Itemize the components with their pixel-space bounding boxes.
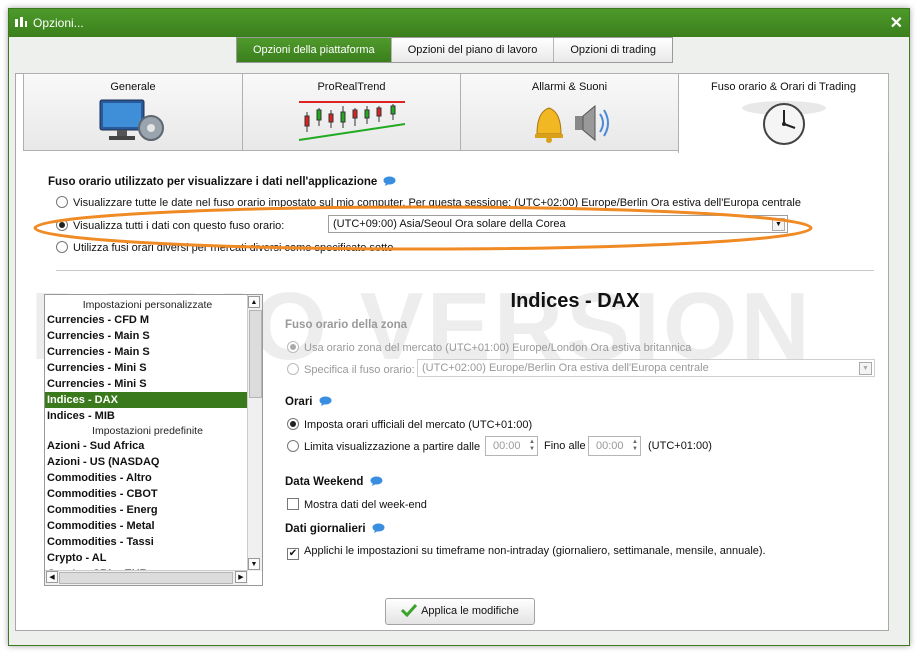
tab-platform-options[interactable]: Opzioni della piattaforma bbox=[237, 38, 392, 62]
info-bubble-icon[interactable] bbox=[370, 476, 383, 486]
list-item[interactable]: Commodities - CBOT bbox=[45, 486, 248, 502]
tab-general-label: Generale bbox=[110, 81, 156, 93]
scroll-left-icon[interactable]: ◀ bbox=[46, 571, 58, 583]
info-bubble-icon[interactable] bbox=[319, 396, 332, 406]
scroll-up-icon[interactable]: ▲ bbox=[248, 296, 260, 308]
daily-section-title-text: Dati giornalieri bbox=[285, 523, 366, 535]
until-time-stepper[interactable]: 00:00 ▲ ▼ bbox=[588, 436, 641, 456]
category-tabs: Generale ProRealTrend Allarmi & Suoni Fu… bbox=[15, 73, 889, 153]
weekend-checkbox[interactable] bbox=[287, 498, 299, 510]
from-time-value: 00:00 bbox=[493, 440, 521, 452]
market-heading: Indices - DAX bbox=[510, 290, 640, 312]
market-settings-list[interactable]: Impostazioni personalizzate Currencies -… bbox=[44, 294, 263, 586]
info-bubble-icon[interactable] bbox=[372, 523, 385, 533]
list-item[interactable]: Azioni - US (NASDAQ bbox=[45, 454, 248, 470]
bell-speaker-icon bbox=[534, 104, 609, 143]
hours-section-title: Orari bbox=[285, 396, 332, 408]
scroll-down-icon[interactable]: ▼ bbox=[248, 558, 260, 570]
zone-option-specify-label: Specifica il fuso orario: bbox=[304, 364, 415, 376]
list-item[interactable]: Currencies - Main S bbox=[45, 328, 248, 344]
from-time-stepper[interactable]: 00:00 ▲ ▼ bbox=[485, 436, 538, 456]
clock-icon bbox=[741, 101, 826, 145]
list-group-default: Impostazioni predefinite bbox=[92, 425, 203, 437]
zone-option-market-label: Usa orario zona del mercato (UTC+01:00) … bbox=[304, 342, 692, 354]
tab-alarms-sounds[interactable]: Allarmi & Suoni bbox=[460, 73, 679, 151]
hours-tz-suffix: (UTC+01:00) bbox=[648, 440, 712, 452]
list-item[interactable]: Commodities - Tassi bbox=[45, 534, 248, 550]
window-title: Opzioni... bbox=[33, 16, 84, 30]
horizontal-scroll-thumb[interactable] bbox=[59, 572, 233, 584]
radio-specify-zone[interactable] bbox=[287, 363, 299, 375]
weekend-section-title: Data Weekend bbox=[285, 476, 383, 488]
zone-timezone-value: (UTC+02:00) Europe/Berlin Ora estiva del… bbox=[422, 362, 709, 374]
list-item[interactable]: Commodities - Metal bbox=[45, 518, 248, 534]
weekend-option[interactable]: Mostra dati del week-end bbox=[287, 498, 427, 511]
tab-timezone-label: Fuso orario & Orari di Trading bbox=[711, 81, 856, 93]
tab-prorealtrend-label: ProRealTrend bbox=[317, 81, 386, 93]
tab-prorealtrend[interactable]: ProRealTrend bbox=[242, 73, 461, 151]
daily-section-title: Dati giornalieri bbox=[285, 523, 385, 535]
radio-market-zone[interactable] bbox=[287, 341, 299, 353]
list-item[interactable]: Currencies - Mini S bbox=[45, 376, 248, 392]
until-time-value: 00:00 bbox=[596, 440, 624, 452]
trend-chart-icon bbox=[298, 101, 405, 141]
tab-alarms-label: Allarmi & Suoni bbox=[531, 81, 608, 93]
daily-option-label: Applichi le impostazioni su timeframe no… bbox=[304, 545, 766, 557]
scroll-right-icon[interactable]: ▶ bbox=[235, 571, 247, 583]
list-item[interactable]: Azioni - Sud Africa bbox=[45, 438, 248, 454]
checkmark-icon bbox=[401, 603, 418, 618]
until-label: Fino alle bbox=[544, 440, 586, 452]
section-divider bbox=[56, 270, 874, 271]
weekend-section-title-text: Data Weekend bbox=[285, 476, 364, 488]
daily-checkbox[interactable]: ✔ bbox=[287, 548, 299, 560]
radio-limit-hours[interactable] bbox=[287, 440, 299, 452]
tab-workspace-options[interactable]: Opzioni del piano di lavoro bbox=[391, 38, 555, 62]
app-icon bbox=[15, 17, 27, 27]
apply-changes-button[interactable]: Applica le modifiche bbox=[385, 598, 535, 625]
vertical-scroll-thumb[interactable] bbox=[249, 310, 262, 398]
computer-gear-icon bbox=[99, 99, 164, 141]
orange-highlight-ellipse bbox=[33, 205, 813, 251]
list-group-custom: Impostazioni personalizzate bbox=[82, 299, 213, 311]
hours-option-limit-label: Limita visualizzazione a partire dalle bbox=[304, 441, 481, 453]
hours-option-official-label: Imposta orari ufficiali del mercato (UTC… bbox=[304, 419, 533, 431]
zone-option-market[interactable]: Usa orario zona del mercato (UTC+01:00) … bbox=[287, 341, 691, 354]
list-vertical-scrollbar[interactable]: ▲ ▼ bbox=[247, 295, 262, 571]
list-item[interactable]: Indices - MIB bbox=[45, 408, 248, 424]
close-icon[interactable]: ✕ bbox=[890, 13, 903, 33]
apply-changes-label: Applica le modifiche bbox=[421, 605, 519, 617]
top-tab-bar: Opzioni della piattaforma Opzioni del pi… bbox=[236, 37, 673, 63]
list-item[interactable]: Commodities - Energ bbox=[45, 502, 248, 518]
timezone-section-title-text: Fuso orario utilizzato per visualizzare … bbox=[48, 176, 378, 188]
list-item[interactable]: Commodities - Altro bbox=[45, 470, 248, 486]
list-item[interactable]: Currencies - CFD M bbox=[45, 312, 248, 328]
zone-timezone-select[interactable]: (UTC+02:00) Europe/Berlin Ora estiva del… bbox=[417, 359, 875, 377]
zone-option-specify[interactable]: Specifica il fuso orario: bbox=[287, 363, 415, 376]
tab-general[interactable]: Generale bbox=[23, 73, 243, 151]
list-item[interactable]: Crypto - AL bbox=[45, 550, 248, 566]
tab-timezone-trading-hours[interactable]: Fuso orario & Orari di Trading bbox=[678, 73, 889, 153]
list-item[interactable]: Currencies - Main S bbox=[45, 344, 248, 360]
hours-option-official[interactable]: Imposta orari ufficiali del mercato (UTC… bbox=[287, 418, 532, 431]
hours-section-title-text: Orari bbox=[285, 396, 313, 408]
hours-option-limit[interactable]: Limita visualizzazione a partire dalle bbox=[287, 440, 480, 453]
stepper-arrows-icon[interactable]: ▲ ▼ bbox=[529, 439, 535, 453]
list-item-selected[interactable]: Indices - DAX bbox=[45, 392, 248, 408]
daily-option[interactable]: ✔ Applichi le impostazioni su timeframe n… bbox=[287, 545, 766, 560]
radio-official-hours[interactable] bbox=[287, 418, 299, 430]
timezone-section-title: Fuso orario utilizzato per visualizzare … bbox=[48, 176, 396, 188]
list-horizontal-scrollbar[interactable]: ◀ ▶ bbox=[45, 570, 248, 585]
weekend-option-label: Mostra dati del week-end bbox=[304, 499, 427, 511]
tab-trading-options[interactable]: Opzioni di trading bbox=[554, 38, 672, 62]
stepper-arrows-icon[interactable]: ▲ ▼ bbox=[632, 439, 638, 453]
chevron-down-icon[interactable]: ▼ bbox=[859, 362, 872, 375]
info-bubble-icon[interactable] bbox=[383, 176, 396, 186]
zone-section-title: Fuso orario della zona bbox=[285, 319, 408, 331]
list-item[interactable]: Currencies - Mini S bbox=[45, 360, 248, 376]
title-bar[interactable]: Opzioni... ✕ bbox=[9, 9, 909, 37]
